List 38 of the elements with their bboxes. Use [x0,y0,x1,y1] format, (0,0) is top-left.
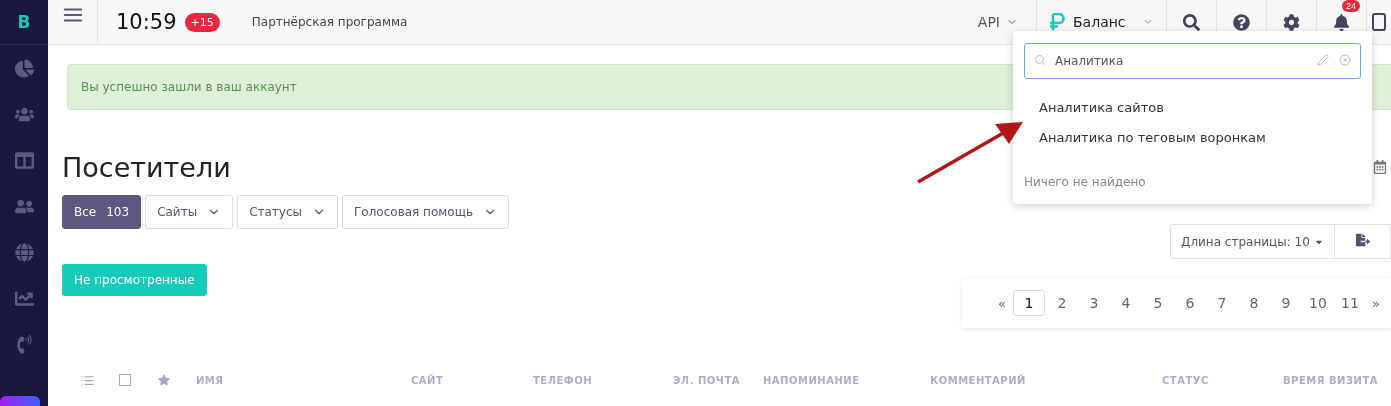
api-menu[interactable]: API [959,0,1036,44]
search-result[interactable]: Аналитика по теговым воронкам [1039,123,1361,153]
help-icon [1233,13,1250,31]
ruble-icon [1049,13,1065,31]
no-results-text: Ничего не найдено [1024,175,1147,189]
export-button[interactable] [1335,224,1391,259]
column-header: ТЕЛЕФОН [533,374,594,386]
column-header: КОММЕНТАРИЙ [930,374,1027,386]
search-icon [1034,54,1046,66]
time-badge: +15 [184,12,220,32]
column-header: СТАТУС [1162,374,1210,386]
column-header: ВРЕМЯ ВИЗИТА [1283,374,1379,386]
column-header: НАПОМИНАНИЕ [763,374,861,386]
partner-link[interactable]: Партнёрская программа [251,15,408,29]
pencil-icon[interactable] [1317,54,1329,66]
filter-tab[interactable]: Статусы [237,195,338,229]
sidebar-button[interactable] [0,396,40,406]
search-field[interactable]: Аналитика [1024,43,1361,79]
column-header: САЙТ [411,374,445,386]
page-length-select[interactable]: Длина страницы: 10 [1170,224,1335,259]
calendar-icon[interactable] [1373,160,1387,174]
page-title: Посетители [62,152,232,183]
export-icon [1355,233,1370,247]
previous-page-link[interactable]: « [992,295,1012,311]
filter-tab[interactable]: Голосовая помощь [342,195,510,229]
column-header: ИМЯ [196,374,225,386]
notification-count: 24 [1342,0,1360,12]
filter-tab[interactable]: Все 103 [62,195,142,229]
settings-icon [1283,13,1300,31]
clock-time: 10:59 [116,10,177,34]
bell-icon [1333,13,1350,31]
search-icon [1183,13,1200,31]
clear-icon[interactable] [1339,54,1351,66]
page-link[interactable]: 1 [1012,290,1045,316]
column-header: ЭЛ. ПОЧТА [673,374,741,386]
next-page-link[interactable]: » [1365,295,1386,311]
filter-tab[interactable]: Сайты [145,195,234,229]
select-all-checkbox[interactable] [119,374,131,386]
